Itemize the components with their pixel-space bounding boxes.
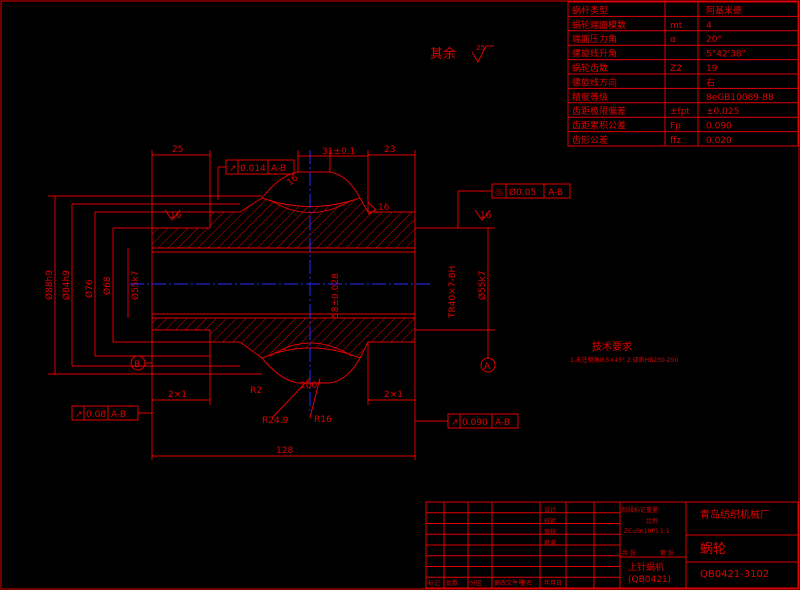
param-name: 蜗杆类型 [572, 4, 608, 16]
svg-text:0.08: 0.08 [86, 410, 106, 420]
title-block: 青岛纺织机械厂 蜗轮 QB0421-3102 上针蜗机 (QB0421) ZCu… [425, 501, 799, 589]
title-block-label: 设计 [544, 506, 556, 514]
thread-spec: TR40×7-8H [448, 266, 458, 319]
svg-text:技术要求: 技术要求 [592, 340, 632, 353]
title-block-label: 比例 [646, 517, 658, 525]
param-name: 端面压力角 [572, 33, 617, 45]
param-name: 螺旋线方向 [572, 76, 617, 88]
title-block-label: 第 张 [660, 549, 674, 557]
param-name: 蜗轮齿数 [572, 62, 608, 74]
param-name: 精度等级 [572, 91, 608, 103]
company-name: 青岛纺织机械厂 [700, 508, 770, 521]
svg-text:0.014: 0.014 [240, 164, 266, 174]
title-block-label: 签名 [520, 579, 532, 587]
tolerance-runout-left: ↗ 0.08 A-B [71, 405, 152, 421]
material-label: ZCuSn10P1 [624, 528, 659, 535]
dim-2x1-left: 2×1 [168, 390, 187, 400]
datum-a: A [480, 330, 496, 373]
param-value: 0.020 [706, 136, 732, 146]
assembly-name: 上针蜗机 [628, 561, 664, 573]
dim-128: 128 [276, 446, 293, 456]
dim-58: 58±0.028 [331, 273, 341, 318]
param-value: ±0.025 [706, 107, 739, 117]
dim-31: 31±0.1 [322, 147, 355, 157]
svg-text:0.090: 0.090 [462, 418, 488, 428]
param-name: 螺旋线升角 [572, 48, 617, 60]
title-block-label: 校对 [544, 517, 556, 525]
part-name: 蜗轮 [700, 541, 726, 557]
param-value: 0.090 [706, 122, 732, 132]
tech-requirements: 技术要求 1.未注倒角0.5×45° 2.调质HB230-250 [570, 340, 678, 364]
svg-text:Ø0.05: Ø0.05 [509, 187, 536, 198]
svg-text:A-B: A-B [495, 418, 510, 428]
param-name: 蜗轮端面模数 [572, 19, 626, 31]
label-r2: R2 [250, 386, 262, 396]
svg-text:A: A [484, 362, 491, 372]
dim-25: 25 [172, 145, 183, 155]
dim-88h9: Ø88h9 [44, 270, 55, 300]
svg-text:1.未注倒角0.5×45° 2.调质HB230-250: 1.未注倒角0.5×45° 2.调质HB230-250 [570, 356, 678, 364]
svg-text:A-B: A-B [271, 164, 286, 174]
param-symbol: Z2 [670, 64, 682, 74]
roughness-note: 其余 25 [430, 44, 494, 64]
title-block-label: 分区 [470, 579, 482, 587]
dim-55k7-left: Ø55k7 [130, 271, 141, 300]
dim-23: 23 [384, 145, 395, 155]
param-symbol: α [670, 35, 676, 45]
roughness-label: 其余 [430, 46, 456, 62]
tolerance-coaxial: ◎ Ø0.05 A-B [457, 183, 571, 228]
svg-text:A-B: A-B [548, 188, 563, 198]
title-block-label: 处数 [446, 579, 458, 587]
label-r249: R24.9 [262, 416, 289, 426]
param-symbol: Fp [670, 122, 681, 132]
param-symbol: ffz [670, 136, 681, 146]
dim-68: Ø68 [102, 276, 113, 295]
param-value: 阿基米德 [706, 4, 742, 16]
svg-text:↗: ↗ [75, 410, 83, 420]
title-block-label: 审核 [544, 528, 556, 536]
param-value: 20° [706, 35, 722, 45]
drawing-frame [0, 0, 800, 590]
title-block-label: 重量 [646, 506, 658, 514]
rough-12-top: 16 [378, 203, 390, 213]
assembly-code: (QB0421) [628, 575, 671, 585]
dim-2x1-right: 2×1 [384, 390, 403, 400]
param-name: 齿距极限偏差 [572, 105, 626, 117]
label-r16: R16 [314, 415, 332, 425]
param-name: 齿形公差 [572, 134, 608, 146]
param-value: 5°42'38" [706, 50, 746, 60]
svg-text:↗: ↗ [229, 164, 237, 174]
tolerance-runout-top: ↗ 0.014 A-B [217, 159, 295, 200]
drawing-number: QB0421-3102 [700, 569, 769, 580]
svg-text:B: B [134, 360, 140, 370]
datum-b: B [130, 355, 152, 371]
svg-text:◎: ◎ [495, 188, 503, 198]
param-value: 右 [706, 76, 715, 88]
svg-text:A-B: A-B [111, 410, 126, 420]
param-symbol: mt [670, 21, 683, 31]
param-value: 19 [706, 64, 718, 74]
title-block-label: 批准 [544, 539, 556, 547]
svg-text:↗: ↗ [451, 418, 459, 428]
roughness-value: 25 [476, 44, 485, 52]
dim-76: Ø76 [84, 279, 95, 298]
param-value: 4 [706, 21, 712, 31]
tolerance-runout-right: ↗ 0.090 A-B [415, 413, 519, 429]
param-value: 8eGB10089-88 [706, 93, 774, 103]
title-block-label: 阶段标记 [622, 506, 646, 514]
title-block-label: 共 张 [622, 549, 636, 557]
cad-drawing: 蜗杆类型 阿基米德蜗轮端面模数 mt 4 端面压力角 α 20° 螺旋线升角 5°42'38" 蜗… [0, 0, 800, 590]
title-block-label: 标记 [428, 579, 440, 587]
param-table: 蜗杆类型 阿基米德蜗轮端面模数 mt 4 端面压力角 α 20° 螺旋线升角 5°42'38" 蜗… [567, 1, 799, 147]
dim-84h9: Ø84h9 [61, 270, 72, 300]
dim-55k7-right: Ø55k7 [477, 271, 488, 300]
scale-label: 1:1 [660, 528, 670, 535]
param-name: 齿距累积公差 [572, 120, 626, 132]
title-block-label: 年月日 [544, 579, 562, 587]
param-symbol: ±fpt [670, 107, 690, 117]
